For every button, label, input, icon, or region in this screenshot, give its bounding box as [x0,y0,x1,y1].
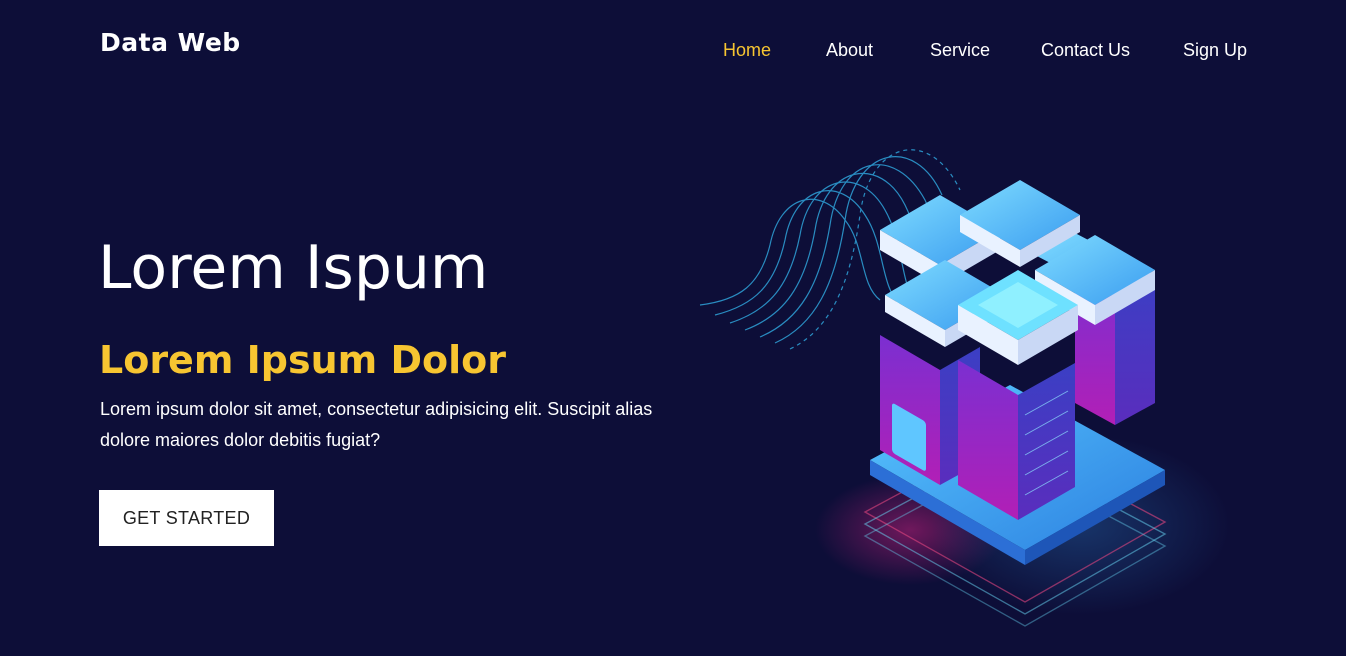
nav-item-sign-up[interactable]: Sign Up [1183,38,1247,62]
server-illustration [680,125,1240,630]
nav-item-contact-us[interactable]: Contact Us [1041,38,1130,62]
landing-page: Data Web Home About Service Contact Us S… [0,0,1346,656]
nav-item-service[interactable]: Service [930,38,990,62]
hero-subtitle: Lorem Ipsum Dolor [99,338,507,382]
hero-description: Lorem ipsum dolor sit amet, consectetur … [100,399,653,450]
nav-item-about[interactable]: About [826,38,873,62]
brand-logo[interactable]: Data Web [100,28,241,57]
get-started-button[interactable]: GET STARTED [99,490,274,546]
nav-item-home[interactable]: Home [723,38,771,62]
hero-title: Lorem Ispum [98,233,489,303]
main-nav: Home About Service Contact Us Sign Up [700,38,1260,62]
